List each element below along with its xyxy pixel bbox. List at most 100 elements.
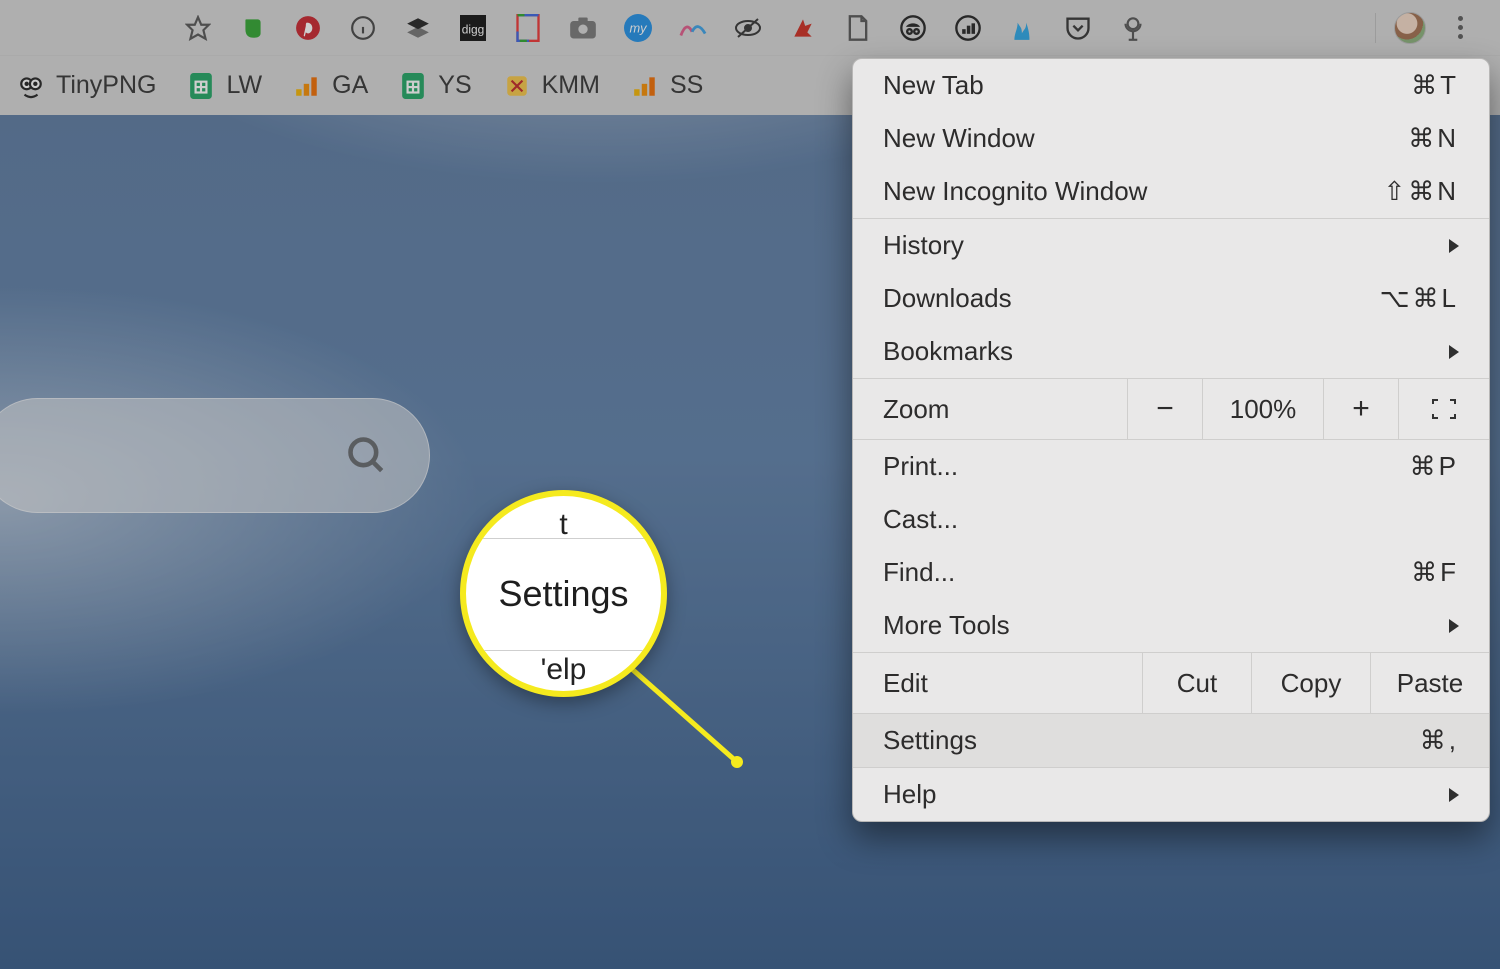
pocket-icon[interactable]: [1064, 14, 1092, 42]
menu-label: Settings: [883, 725, 977, 756]
menu-settings[interactable]: Settings ⌘,: [853, 714, 1489, 767]
profile-avatar[interactable]: [1394, 12, 1426, 44]
menu-label: Zoom: [853, 379, 1127, 439]
sheets-icon: [188, 73, 214, 99]
extension-icon-row: digg my: [184, 14, 1147, 42]
menu-shortcut: ⇧⌘N: [1383, 176, 1459, 207]
colornote-icon[interactable]: [514, 14, 542, 42]
bookmark-tinypng[interactable]: TinyPNG: [18, 71, 156, 100]
callout-fragment-bottom: 'elp: [541, 653, 587, 687]
camera-icon[interactable]: [569, 14, 597, 42]
fullscreen-icon: [1431, 398, 1457, 420]
svg-text:my: my: [629, 20, 648, 35]
svg-text:digg: digg: [462, 22, 485, 36]
ga-icon: [294, 73, 320, 99]
submenu-arrow-icon: [1449, 239, 1459, 253]
search-bar[interactable]: [0, 398, 430, 513]
buffer-icon[interactable]: [404, 14, 432, 42]
menu-label: New Tab: [883, 70, 984, 101]
menu-shortcut: ⌥⌘L: [1380, 283, 1459, 314]
menu-shortcut: ⌘P: [1410, 451, 1459, 482]
bookmark-label: TinyPNG: [56, 71, 156, 100]
fullscreen-button[interactable]: [1398, 379, 1489, 439]
incognitohat-icon[interactable]: [899, 14, 927, 42]
menu-label: Cast...: [883, 504, 958, 535]
bookmark-label: SS: [670, 71, 703, 100]
bookmark-ys[interactable]: YS: [400, 71, 471, 100]
menu-label: Bookmarks: [883, 336, 1013, 367]
search-icon: [345, 434, 389, 478]
menu-shortcut: ⌘N: [1408, 123, 1459, 154]
menu-downloads[interactable]: Downloads ⌥⌘L: [853, 272, 1489, 325]
menu-cast[interactable]: Cast...: [853, 493, 1489, 546]
bookmark-label: KMM: [542, 71, 600, 100]
menu-label: Print...: [883, 451, 958, 482]
cardinal-icon[interactable]: [789, 14, 817, 42]
menu-help[interactable]: Help: [853, 768, 1489, 821]
star-icon[interactable]: [184, 14, 212, 42]
bookmark-lw[interactable]: LW: [188, 71, 262, 100]
podcast-icon[interactable]: [1119, 14, 1147, 42]
menu-label: History: [883, 230, 964, 261]
menu-history[interactable]: History: [853, 219, 1489, 272]
tinypng-icon: [18, 73, 44, 99]
menu-zoom-row: Zoom − 100% +: [853, 379, 1489, 439]
zoom-in-button[interactable]: +: [1323, 379, 1398, 439]
edit-cut-button[interactable]: Cut: [1142, 653, 1251, 713]
menu-shortcut: ⌘T: [1411, 70, 1459, 101]
mysite-icon[interactable]: my: [624, 14, 652, 42]
evernote-icon[interactable]: [239, 14, 267, 42]
ga-icon: [632, 73, 658, 99]
menu-new-tab[interactable]: New Tab ⌘T: [853, 59, 1489, 112]
menu-find[interactable]: Find... ⌘F: [853, 546, 1489, 599]
privacy-icon[interactable]: [734, 14, 762, 42]
zoom-level: 100%: [1202, 379, 1323, 439]
bookmark-ss[interactable]: SS: [632, 71, 703, 100]
menu-new-window[interactable]: New Window ⌘N: [853, 112, 1489, 165]
menu-more-tools[interactable]: More Tools: [853, 599, 1489, 652]
newdoc-icon[interactable]: [844, 14, 872, 42]
callout-fragment-top: t: [559, 508, 567, 542]
menu-new-incognito[interactable]: New Incognito Window ⇧⌘N: [853, 165, 1489, 218]
callout-sep: [466, 650, 661, 651]
sheets-icon: [400, 73, 426, 99]
analytics-icon[interactable]: [954, 14, 982, 42]
kmm-icon: [504, 73, 530, 99]
bookmark-label: GA: [332, 71, 368, 100]
info-icon[interactable]: [349, 14, 377, 42]
callout-label: Settings: [498, 573, 628, 615]
toolbar-divider: [1375, 13, 1376, 43]
menu-shortcut: ⌘,: [1420, 725, 1459, 756]
bookmark-ga[interactable]: GA: [294, 71, 368, 100]
bookmark-label: LW: [226, 71, 262, 100]
menu-edit-row: Edit Cut Copy Paste: [853, 653, 1489, 713]
toolbar-right-group: [1375, 12, 1500, 44]
menu-label: New Window: [883, 123, 1035, 154]
menu-bookmarks[interactable]: Bookmarks: [853, 325, 1489, 378]
menu-label: More Tools: [883, 610, 1010, 641]
edit-copy-button[interactable]: Copy: [1251, 653, 1370, 713]
edit-paste-button[interactable]: Paste: [1370, 653, 1489, 713]
settings-callout-bubble: t Settings 'elp: [460, 490, 667, 697]
digg-icon[interactable]: digg: [459, 14, 487, 42]
chrome-menu-button[interactable]: [1444, 12, 1476, 44]
zoom-out-button[interactable]: −: [1127, 379, 1202, 439]
menu-print[interactable]: Print... ⌘P: [853, 440, 1489, 493]
submenu-arrow-icon: [1449, 788, 1459, 802]
menu-label: Edit: [853, 653, 1142, 713]
menu-label: New Incognito Window: [883, 176, 1147, 207]
browser-toolbar: digg my: [0, 0, 1500, 55]
menu-label: Find...: [883, 557, 955, 588]
momentum-icon[interactable]: [679, 14, 707, 42]
bookmark-kmm[interactable]: KMM: [504, 71, 600, 100]
menu-label: Downloads: [883, 283, 1012, 314]
menu-shortcut: ⌘F: [1411, 557, 1459, 588]
vertical-dots-icon: [1458, 16, 1463, 39]
wave-icon[interactable]: [1009, 14, 1037, 42]
submenu-arrow-icon: [1449, 345, 1459, 359]
submenu-arrow-icon: [1449, 619, 1459, 633]
bookmark-label: YS: [438, 71, 471, 100]
pinterest-icon[interactable]: [294, 14, 322, 42]
menu-label: Help: [883, 779, 936, 810]
chrome-main-menu: New Tab ⌘T New Window ⌘N New Incognito W…: [852, 58, 1490, 822]
